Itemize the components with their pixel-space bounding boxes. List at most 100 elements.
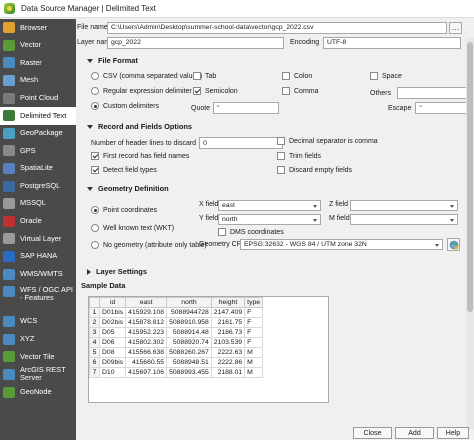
table-row[interactable]: 1 D01bis 415929.108 5088944728 2147.409 F: [89, 307, 264, 318]
close-button[interactable]: Close: [353, 427, 392, 439]
sidebar-item-arcgis-rest-server[interactable]: ArcGIS REST Server: [0, 364, 76, 384]
sidebar-item-point-cloud[interactable]: Point Cloud: [0, 89, 76, 107]
x-field-select[interactable]: east: [218, 200, 321, 211]
table-cell: 415929.108: [125, 307, 168, 318]
table-row[interactable]: 7 D10 415697.106 5088993.455 2188.01 M: [89, 367, 264, 378]
discard-empty-checkbox[interactable]: Discard empty fields: [277, 166, 352, 174]
file-format-title: File Format: [98, 56, 138, 65]
column-header-east[interactable]: east: [125, 297, 168, 308]
column-header-height[interactable]: height: [210, 297, 246, 308]
sidebar-item-wms-wmts[interactable]: WMS/WMTS: [0, 265, 76, 283]
collapse-down-icon: [87, 124, 93, 129]
decimal-comma-checkbox[interactable]: Decimal separator is comma: [277, 137, 378, 145]
crs-select[interactable]: EPSG:32632 - WGS 84 / UTM zone 32N: [240, 239, 443, 250]
table-cell: 415660.55: [125, 357, 168, 368]
radio-icon: [91, 224, 99, 232]
sidebar-item-postgresql[interactable]: PostgreSQL: [0, 177, 76, 195]
radio-icon: [91, 72, 99, 80]
main-scrollbar[interactable]: [466, 38, 474, 430]
table-row[interactable]: 3 D05 415952.223 5088914.48 2186.73 F: [89, 327, 264, 338]
detect-types-checkbox[interactable]: Detect field types: [91, 166, 157, 174]
sidebar-item-raster[interactable]: Raster: [0, 54, 76, 72]
sidebar-item-oracle[interactable]: Oracle: [0, 213, 76, 231]
spatialite-icon: [3, 163, 15, 175]
sidebar-item-wfs-ogc-api-features[interactable]: WFS / OGC API - Features: [0, 283, 76, 313]
others-input[interactable]: [397, 87, 473, 99]
title-bar: Data Source Manager | Delimited Text: [0, 0, 474, 18]
column-header-type[interactable]: type: [244, 297, 264, 308]
row-number: 2: [89, 317, 100, 328]
file-name-label: File name: [77, 24, 108, 31]
sidebar-item-label: GPS: [20, 145, 36, 155]
first-record-checkbox[interactable]: First record has field names: [91, 152, 189, 160]
row-number: 1: [89, 307, 100, 318]
no-geometry-radio[interactable]: No geometry (attribute only table): [91, 241, 207, 249]
sidebar-item-geonode[interactable]: GeoNode: [0, 383, 76, 401]
checkbox-icon: [282, 87, 290, 95]
column-header-north[interactable]: north: [166, 297, 212, 308]
y-field-select[interactable]: north: [218, 214, 321, 225]
column-header-id[interactable]: id: [98, 297, 127, 308]
sidebar-item-mesh[interactable]: Mesh: [0, 72, 76, 90]
trim-fields-checkbox[interactable]: Trim fields: [277, 152, 321, 160]
wkt-radio[interactable]: Well known text (WKT): [91, 224, 174, 232]
sidebar-item-xyz[interactable]: XYZ: [0, 331, 76, 349]
m-field-select[interactable]: [350, 214, 458, 225]
sidebar-item-spatialite[interactable]: SpatiaLite: [0, 160, 76, 178]
layer-name-input[interactable]: gcp_2022: [107, 36, 284, 49]
wfs-icon: [3, 285, 15, 297]
sidebar-item-label: ArcGIS REST Server: [20, 364, 66, 383]
sidebar-item-sap-hana[interactable]: SAP HANA: [0, 248, 76, 266]
sidebar-item-gps[interactable]: GPS: [0, 142, 76, 160]
sidebar-item-geopackage[interactable]: GeoPackage: [0, 125, 76, 143]
sidebar-item-label: GeoNode: [20, 386, 52, 396]
custom-delimiters-radio[interactable]: Custom delimiters: [91, 102, 159, 110]
geometry-header[interactable]: Geometry Definition: [87, 184, 169, 193]
sidebar-item-mssql[interactable]: MSSQL: [0, 195, 76, 213]
table-cell: 5088910.958: [166, 317, 212, 328]
layer-name-label: Layer name: [77, 39, 114, 46]
encoding-select[interactable]: UTF-8: [323, 36, 461, 49]
table-row[interactable]: 4 D06 415802.302 5088920.74 2103.539 F: [89, 337, 264, 348]
dms-checkbox[interactable]: DMS coordinates: [218, 228, 284, 236]
table-cell: 2222.86: [210, 357, 246, 368]
sidebar-item-vector-tile[interactable]: Vector Tile: [0, 348, 76, 366]
crs-selector-button[interactable]: [447, 238, 460, 251]
table-cell: 5088260.267: [166, 347, 212, 358]
checkbox-checked-icon: [193, 87, 201, 95]
dms-label: DMS coordinates: [230, 228, 284, 236]
space-checkbox[interactable]: Space: [370, 72, 402, 80]
point-coordinates-radio[interactable]: Point coordinates: [91, 206, 157, 214]
quote-input[interactable]: ": [213, 102, 280, 114]
browse-button[interactable]: …: [449, 21, 462, 34]
semicolon-checkbox[interactable]: Semicolon: [193, 87, 238, 95]
record-fields-header[interactable]: Record and Fields Options: [87, 122, 192, 131]
escape-input[interactable]: ": [415, 102, 473, 114]
layer-settings-header[interactable]: Layer Settings: [87, 267, 147, 276]
help-button[interactable]: Help: [437, 427, 469, 439]
sample-data-table[interactable]: id east north height type 1 D01bis 415929.108 5…: [88, 296, 329, 403]
sidebar-item-wcs[interactable]: WCS: [0, 313, 76, 331]
browser-icon: [3, 22, 15, 34]
file-format-header[interactable]: File Format: [87, 56, 138, 65]
table-row[interactable]: 6 D09bis 415660.55 5088948.51 2222.86 M: [89, 357, 264, 368]
xyz-icon: [3, 333, 15, 345]
file-name-input[interactable]: C:\Users\Admin\Desktop\summer-school-dat…: [107, 21, 447, 34]
sidebar-item-vector[interactable]: Vector: [0, 37, 76, 55]
colon-checkbox[interactable]: Colon: [282, 72, 312, 80]
gps-icon: [3, 145, 15, 157]
table-row[interactable]: 5 D08 415566.638 5088260.267 2222.63 M: [89, 347, 264, 358]
z-field-select[interactable]: [350, 200, 458, 211]
table-row[interactable]: 2 D02bis 415878.812 5088910.958 2161.75 F: [89, 317, 264, 328]
comma-checkbox[interactable]: Comma: [282, 87, 319, 95]
sidebar-item-delimited-text[interactable]: Delimited Text: [0, 106, 76, 125]
tab-checkbox[interactable]: Tab: [193, 72, 216, 80]
header-lines-spinbox[interactable]: 0: [199, 137, 284, 149]
regex-radio[interactable]: Regular expression delimiter: [91, 87, 192, 95]
sidebar-item-virtual-layer[interactable]: Virtual Layer: [0, 230, 76, 248]
table-cell: D09bis: [98, 357, 127, 368]
csv-radio[interactable]: CSV (comma separated values): [91, 72, 202, 80]
sidebar-item-browser[interactable]: Browser: [0, 19, 76, 37]
add-button[interactable]: Add: [395, 427, 434, 439]
scrollbar-thumb[interactable]: [467, 42, 473, 312]
